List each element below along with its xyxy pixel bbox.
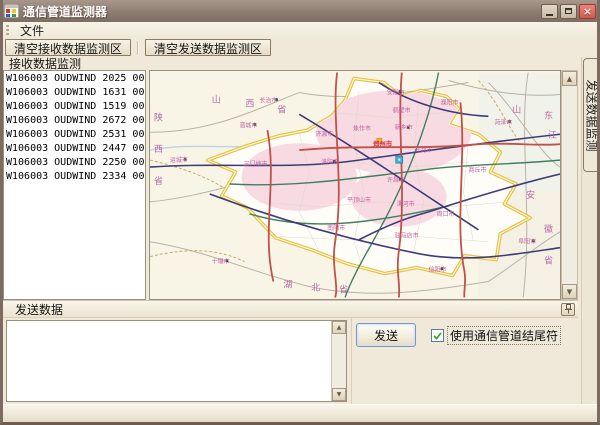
- map-label: 驻马店市: [395, 232, 419, 240]
- close-icon: ×: [583, 6, 592, 17]
- map-label: 三门峡市: [244, 160, 268, 168]
- map-label: 运城市: [170, 156, 188, 164]
- map-label: 阜阳市: [518, 238, 536, 246]
- pin-button[interactable]: [561, 303, 575, 316]
- map-label: 山: [512, 104, 521, 115]
- receive-panel-header: 接收数据监测: [3, 57, 578, 70]
- menubar-grip[interactable]: [6, 25, 9, 35]
- app-icon: [4, 4, 19, 18]
- map-label: 开封市: [415, 146, 433, 154]
- scroll-up-icon[interactable]: ▲: [562, 71, 577, 86]
- send-textarea[interactable]: [7, 321, 331, 401]
- send-monitor-tab[interactable]: 发送数据监测: [583, 58, 600, 172]
- map-label: 陕: [154, 111, 163, 123]
- map-label: 东: [544, 109, 553, 121]
- map-label: 晋城市: [240, 121, 258, 129]
- map-label: 安阳市: [387, 88, 405, 96]
- send-textarea-wrap: ▲ ▼: [6, 320, 347, 402]
- map-label: 南阳市: [327, 224, 345, 232]
- map-label: 江: [548, 130, 557, 141]
- send-panel: 发送数据 ▲ ▼ 发送: [3, 300, 578, 404]
- clear-send-button[interactable]: 清空发送数据监测区: [145, 39, 271, 56]
- menubar: 文件: [3, 22, 597, 38]
- list-item[interactable]: W106003 OUDWIND 2531 0015 99: [6, 128, 145, 142]
- map-label: 济源市: [315, 130, 333, 138]
- map-label: 北: [311, 282, 320, 293]
- receive-list[interactable]: W106003 OUDWIND 2025 0028 99W106003 OUDW…: [3, 70, 146, 300]
- app-window: 通信管道监测器 × 文件 清空接收数据监测区 清空发送数据监测区 接收数据监测 …: [0, 0, 600, 425]
- pin-icon: [564, 304, 573, 314]
- list-item[interactable]: W106003 OUDWIND 2672 0013 99: [6, 114, 145, 128]
- map-label: 西: [154, 144, 163, 155]
- send-panel-title: 发送数据: [9, 301, 561, 318]
- map-container: 山西省山东江陕西省安徽省湖北省长治市晋城市运城市菏泽市阜阳市十堰市安阳市濮阳市鹤…: [149, 70, 561, 300]
- scroll-up-icon[interactable]: ▲: [332, 321, 346, 334]
- map-label: 安: [526, 189, 535, 201]
- map-label: 商丘市: [468, 166, 486, 174]
- close-button[interactable]: ×: [579, 4, 596, 19]
- map-label: 省: [544, 255, 553, 267]
- map-label: 郑州市: [373, 139, 393, 148]
- map-label: 菏泽市: [494, 118, 512, 126]
- map-label: 新乡市: [395, 123, 413, 131]
- list-item[interactable]: W106003 OUDWIND 2025 0028 99: [6, 72, 145, 86]
- clear-receive-button[interactable]: 清空接收数据监测区: [5, 39, 131, 56]
- map-label: 平顶山市: [347, 196, 371, 204]
- map-label: 周口市: [437, 210, 455, 218]
- autohide-tabstrip: 发送数据监测: [581, 57, 600, 404]
- map-label: 山: [212, 94, 221, 105]
- send-body-separator: [351, 318, 352, 404]
- map-scrollbar[interactable]: ▲ ▼: [561, 70, 578, 300]
- map-label: 长治市: [259, 96, 277, 104]
- minimize-button[interactable]: [541, 4, 558, 19]
- map-label: 漯河市: [397, 200, 415, 208]
- send-textarea-scrollbar[interactable]: ▲ ▼: [331, 321, 346, 401]
- map-label: 省: [339, 283, 348, 295]
- send-button[interactable]: 发送: [356, 323, 416, 347]
- send-panel-body: ▲ ▼ 发送 使用通信管道结尾符: [3, 318, 578, 404]
- map-label: 西: [246, 98, 255, 109]
- scroll-down-icon[interactable]: ▼: [562, 284, 577, 299]
- window-title: 通信管道监测器: [23, 3, 541, 20]
- scroll-down-icon[interactable]: ▼: [332, 388, 346, 401]
- list-item[interactable]: W106003 OUDWIND 1519 0021 99: [6, 100, 145, 114]
- list-item[interactable]: W106003 OUDWIND 2447 0024 99: [6, 142, 145, 156]
- map-label: 许昌市: [387, 176, 405, 184]
- map-label: 鹤壁市: [393, 106, 411, 114]
- maximize-icon: [565, 8, 572, 14]
- send-monitor-tab-label: 发送数据监测: [583, 79, 600, 151]
- send-panel-header: 发送数据: [3, 301, 578, 318]
- map-label: 湖: [283, 280, 292, 291]
- maximize-button[interactable]: [560, 4, 577, 19]
- titlebar: 通信管道监测器 ×: [0, 0, 600, 22]
- receive-panel-body: W106003 OUDWIND 2025 0028 99W106003 OUDW…: [3, 70, 578, 300]
- map-label: 濮阳市: [441, 98, 459, 106]
- toolbar-separator: [137, 41, 139, 55]
- map-image: 山西省山东江陕西省安徽省湖北省长治市晋城市运城市菏泽市阜阳市十堰市安阳市濮阳市鹤…: [150, 71, 560, 299]
- terminator-checkbox[interactable]: [431, 329, 444, 342]
- map-label: 信阳市: [429, 266, 447, 274]
- list-item[interactable]: W106003 OUDWIND 2250 0026 99: [6, 156, 145, 170]
- map-label: 省: [154, 175, 163, 187]
- check-icon: [433, 332, 442, 340]
- map-label: 焦作市: [353, 124, 371, 132]
- receive-panel: 接收数据监测 W106003 OUDWIND 2025 0028 99W1060…: [3, 57, 578, 300]
- map-marker-blue[interactable]: [396, 156, 403, 163]
- map-label: 徽: [544, 223, 553, 235]
- map-label: 省: [277, 103, 286, 115]
- toolbar: 清空接收数据监测区 清空发送数据监测区: [3, 38, 597, 57]
- minimize-icon: [546, 14, 553, 16]
- window-controls: ×: [541, 4, 596, 19]
- map-label: 洛阳市: [321, 158, 339, 166]
- menu-file[interactable]: 文件: [14, 22, 50, 39]
- map-label: 十堰市: [212, 258, 230, 266]
- terminator-checkbox-label[interactable]: 使用通信管道结尾符: [448, 327, 560, 344]
- list-item[interactable]: W106003 OUDWIND 1631 0026 99: [6, 86, 145, 100]
- list-item[interactable]: W106003 OUDWIND 2334 0022 99: [6, 170, 145, 184]
- bottom-strip: [3, 404, 597, 422]
- terminator-checkbox-row: 使用通信管道结尾符: [431, 327, 560, 344]
